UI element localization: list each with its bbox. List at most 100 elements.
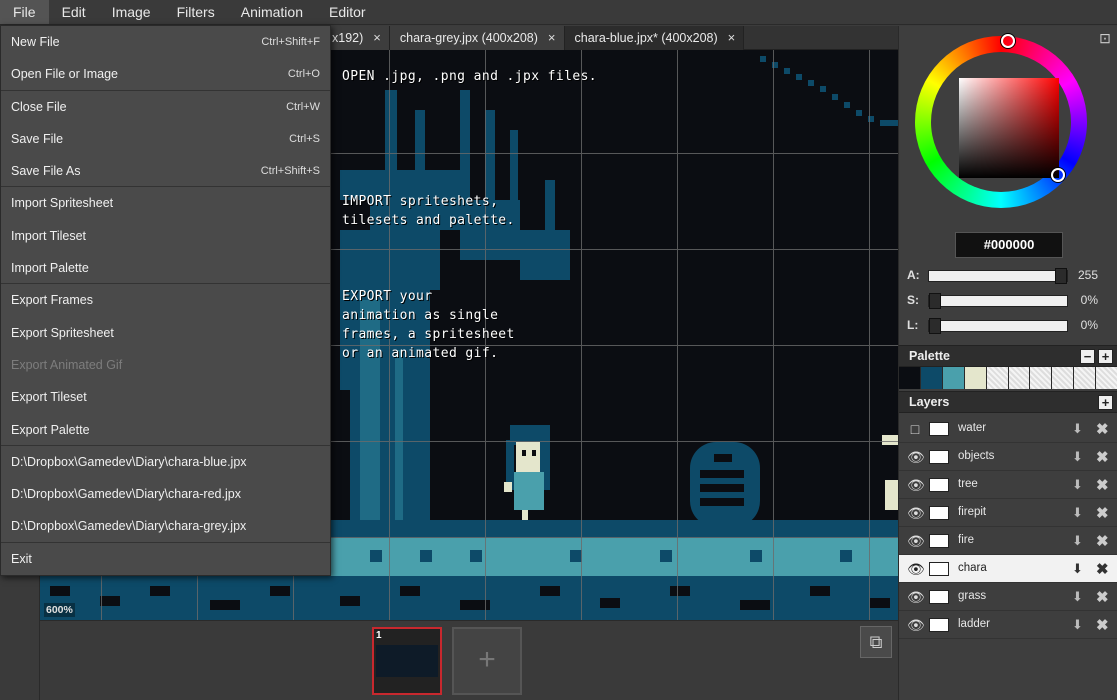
close-icon[interactable]: × — [546, 26, 558, 50]
menu-item-14[interactable]: D:\Dropbox\Gamedev\Diary\chara-blue.jpx — [1, 446, 330, 478]
menu-item-10[interactable]: Export Spritesheet — [1, 317, 330, 349]
hue-wheel[interactable] — [915, 34, 1087, 208]
menu-item-15[interactable]: D:\Dropbox\Gamedev\Diary\chara-red.jpx — [1, 478, 330, 510]
slider-thumb[interactable] — [929, 293, 941, 309]
tab-label: x192) — [332, 31, 364, 45]
tab-chara-grey[interactable]: chara-grey.jpx (400x208) × — [389, 26, 565, 50]
palette-swatch[interactable] — [964, 367, 987, 389]
hex-color-field[interactable]: #000000 — [955, 232, 1063, 258]
menu-editor[interactable]: Editor — [316, 0, 379, 24]
move-down-icon[interactable]: ⬇ — [1072, 589, 1083, 605]
palette-swatch[interactable] — [942, 367, 965, 389]
delete-layer-icon[interactable]: ✖ — [1096, 504, 1109, 522]
menu-item-12[interactable]: Export Tileset — [1, 381, 330, 413]
eye-icon[interactable]: 👁 — [907, 449, 925, 465]
saturation-value-square[interactable] — [959, 78, 1059, 178]
palette-swatches — [899, 367, 1117, 389]
slider-thumb[interactable] — [1055, 268, 1067, 284]
remove-color-button[interactable]: − — [1080, 349, 1095, 364]
menu-item-2[interactable]: Open File or Image Ctrl+O — [1, 58, 330, 91]
eye-icon[interactable]: 👁 — [907, 589, 925, 605]
lightness-slider-row: L: 0% — [907, 317, 1112, 335]
palette-swatch[interactable] — [1052, 367, 1075, 389]
layer-row-fire[interactable]: 👁 fire ⬇ ✖ — [899, 527, 1117, 555]
layer-list: □ water ⬇ ✖ 👁 objects ⬇ ✖ 👁 tree ⬇ ✖ 👁 firepit ⬇ ✖ 👁 fire… — [899, 415, 1117, 639]
hue-marker[interactable] — [1001, 34, 1015, 48]
alpha-slider[interactable] — [928, 268, 1068, 284]
palette-swatch[interactable] — [1008, 367, 1031, 389]
menu-item-5[interactable]: Save File As Ctrl+Shift+S — [1, 155, 330, 188]
move-down-icon[interactable]: ⬇ — [1072, 449, 1083, 465]
menu-item-1[interactable]: New File Ctrl+Shift+F — [1, 26, 330, 58]
move-down-icon[interactable]: ⬇ — [1072, 477, 1083, 493]
eye-icon[interactable]: 👁 — [907, 533, 925, 549]
move-down-icon[interactable]: ⬇ — [1072, 421, 1083, 437]
frame-thumbnail[interactable]: 1 — [372, 627, 442, 695]
layer-name: ladder — [958, 618, 990, 630]
delete-layer-icon[interactable]: ✖ — [1096, 448, 1109, 466]
delete-layer-icon[interactable]: ✖ — [1096, 616, 1109, 634]
alpha-value: 255 — [1077, 268, 1098, 282]
palette-swatch[interactable] — [1096, 367, 1117, 389]
layer-row-grass[interactable]: 👁 grass ⬇ ✖ — [899, 583, 1117, 611]
menu-filters[interactable]: Filters — [164, 0, 228, 24]
delete-layer-icon[interactable]: ✖ — [1096, 588, 1109, 606]
move-down-icon[interactable]: ⬇ — [1072, 533, 1083, 549]
move-down-icon[interactable]: ⬇ — [1072, 561, 1083, 577]
menu-item-label: Export Spritesheet — [11, 325, 114, 340]
add-color-button[interactable]: + — [1098, 349, 1113, 364]
menu-item-7[interactable]: Import Tileset — [1, 220, 330, 252]
move-down-icon[interactable]: ⬇ — [1072, 617, 1083, 633]
menu-item-4[interactable]: Save File Ctrl+S — [1, 123, 330, 155]
palette-swatch[interactable] — [920, 367, 943, 389]
add-layer-button[interactable]: + — [1098, 395, 1113, 410]
onion-skin-icon[interactable]: ⧉ — [860, 626, 892, 658]
palette-header: Palette − + — [899, 345, 1117, 367]
lightness-slider[interactable] — [928, 318, 1068, 334]
menu-item-3[interactable]: Close File Ctrl+W — [1, 91, 330, 123]
add-frame-button[interactable]: + — [452, 627, 522, 695]
palette-swatch[interactable] — [986, 367, 1009, 389]
eye-icon[interactable]: 👁 — [907, 477, 925, 493]
tab-chara-blue[interactable]: chara-blue.jpx* (400x208) × — [564, 26, 745, 50]
eye-icon[interactable]: 👁 — [907, 617, 925, 633]
palette-swatch[interactable] — [1030, 367, 1053, 389]
delete-layer-icon[interactable]: ✖ — [1096, 560, 1109, 578]
menu-item-16[interactable]: D:\Dropbox\Gamedev\Diary\chara-grey.jpx — [1, 510, 330, 543]
layer-name: firepit — [958, 506, 987, 518]
canvas-hint-import: IMPORT spriteshets, tilesets and palette… — [342, 194, 515, 228]
eye-icon[interactable]: 👁 — [907, 561, 925, 577]
alpha-slider-row: A: 255 — [907, 267, 1112, 285]
palette-swatch[interactable] — [1074, 367, 1097, 389]
delete-layer-icon[interactable]: ✖ — [1096, 420, 1109, 438]
menu-item-6[interactable]: Import Spritesheet — [1, 187, 330, 219]
color-marker[interactable] — [1051, 168, 1065, 182]
menu-item-shortcut: Ctrl+O — [287, 68, 320, 81]
menu-item-17[interactable]: Exit — [1, 543, 330, 575]
close-icon[interactable]: × — [726, 26, 738, 50]
move-down-icon[interactable]: ⬇ — [1072, 505, 1083, 521]
menu-item-13[interactable]: Export Palette — [1, 414, 330, 446]
close-icon[interactable]: × — [371, 26, 383, 50]
delete-layer-icon[interactable]: ✖ — [1096, 532, 1109, 550]
hidden-layer-icon[interactable]: □ — [907, 421, 923, 437]
delete-layer-icon[interactable]: ✖ — [1096, 476, 1109, 494]
layer-row-tree[interactable]: 👁 tree ⬇ ✖ — [899, 471, 1117, 499]
menu-item-8[interactable]: Import Palette — [1, 252, 330, 285]
collapse-icon[interactable]: ⊡ — [1097, 30, 1113, 46]
menu-item-9[interactable]: Export Frames — [1, 284, 330, 316]
layer-row-firepit[interactable]: 👁 firepit ⬇ ✖ — [899, 499, 1117, 527]
palette-title: Palette — [909, 349, 950, 363]
menu-image[interactable]: Image — [99, 0, 164, 24]
layer-row-water[interactable]: □ water ⬇ ✖ — [899, 415, 1117, 443]
slider-thumb[interactable] — [929, 318, 941, 334]
menu-file[interactable]: File — [0, 0, 49, 24]
palette-swatch[interactable] — [899, 367, 921, 389]
layer-row-ladder[interactable]: 👁 ladder ⬇ ✖ — [899, 611, 1117, 639]
eye-icon[interactable]: 👁 — [907, 505, 925, 521]
layer-row-objects[interactable]: 👁 objects ⬇ ✖ — [899, 443, 1117, 471]
menu-animation[interactable]: Animation — [228, 0, 316, 24]
layer-row-chara[interactable]: 👁 chara ⬇ ✖ — [899, 555, 1117, 583]
menu-edit[interactable]: Edit — [49, 0, 99, 24]
saturation-slider[interactable] — [928, 293, 1068, 309]
